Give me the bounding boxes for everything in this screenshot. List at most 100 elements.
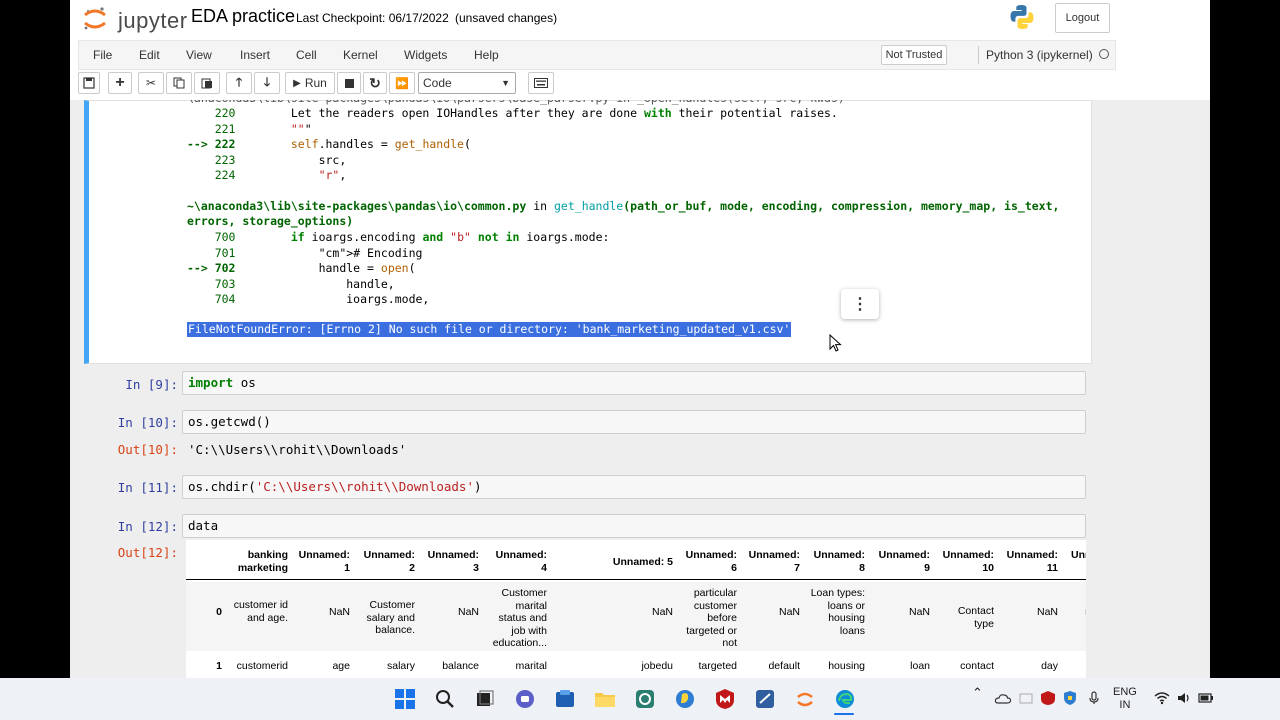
security-shield-icon[interactable] (1062, 690, 1078, 706)
traceback-func: get_handle (554, 199, 624, 213)
cell-options-button[interactable]: ⋮ (841, 289, 879, 319)
table-header-divider (186, 579, 1086, 580)
menu-edit[interactable]: Edit (139, 48, 160, 62)
traceback-arrow (187, 277, 215, 291)
traceback-args-line: errors, storage_options) (187, 214, 353, 230)
code-function: os.chdir( (188, 479, 256, 494)
table-cell: Customer salary and balance. (366, 599, 415, 636)
traceback-line: 223 src, (187, 152, 347, 169)
command-palette-button[interactable] (528, 72, 554, 94)
logout-button[interactable]: Logout (1055, 3, 1110, 33)
traceback-line: 220 Let the readers open IOHandles after… (187, 106, 838, 122)
table-cell: customer id and age. (233, 599, 288, 624)
edge-browser-icon[interactable] (834, 688, 856, 710)
task-view-icon[interactable] (474, 688, 496, 710)
remote-desktop-icon[interactable] (754, 688, 776, 710)
tray-chevron-up-icon[interactable]: ⌃ (972, 686, 983, 699)
teams-chat-icon[interactable] (514, 688, 536, 710)
restart-icon: ↻ (369, 74, 381, 91)
code-keyword: import (188, 375, 234, 390)
traceback-arrow (187, 153, 215, 167)
save-button[interactable] (78, 72, 100, 94)
traceback-line: 700 if ioargs.encoding and "b" not in io… (187, 230, 610, 246)
menu-kernel[interactable]: Kernel (343, 48, 378, 62)
jupyter-app-icon[interactable] (794, 688, 816, 710)
notebook-name[interactable]: EDA practice (191, 6, 295, 27)
mcafee-tray-icon[interactable] (1040, 690, 1056, 706)
cell-type-select[interactable]: Code ▼ (418, 72, 516, 94)
traceback-line-number: 703 (214, 276, 236, 291)
table-row-index: 0 (216, 606, 222, 618)
code-cell-input[interactable]: os.chdir('C:\\Users\\rohit\\Downloads') (182, 475, 1086, 499)
table-cell: particular customer before targeted or n… (686, 587, 737, 649)
not-trusted-button[interactable]: Not Trusted (881, 45, 947, 65)
windows-start-icon[interactable] (394, 688, 416, 710)
traceback-line-number: 221 (214, 121, 236, 136)
code-cell-input[interactable]: data (182, 514, 1086, 538)
traceback-line-number: 704 (214, 292, 236, 306)
interrupt-button[interactable] (337, 72, 361, 94)
unsaved-status: (unsaved changes) (455, 11, 558, 25)
code-cell-input[interactable]: import os (182, 371, 1086, 395)
region-code: IN (1119, 699, 1131, 711)
move-down-button[interactable]: 🡓 (254, 72, 280, 94)
traceback-arrow (187, 292, 215, 306)
table-cell: NaN (457, 606, 479, 618)
menu-file[interactable]: File (93, 48, 112, 62)
wifi-icon[interactable] (1154, 690, 1170, 706)
traceback-line-number: 700 (214, 230, 236, 244)
widgets-icon[interactable] (554, 688, 576, 710)
table-cell: loan (910, 660, 930, 672)
restart-run-all-button[interactable]: ⏩ (389, 72, 415, 94)
menu-view[interactable]: View (186, 48, 212, 62)
language-indicator[interactable]: ENG IN (1113, 686, 1137, 712)
table-cell: contact (960, 660, 994, 672)
traceback-line: 221 """ (187, 122, 312, 138)
traceback-line-number: 701 (214, 245, 236, 260)
kernel-name[interactable]: Python 3 (ipykernel) (986, 48, 1093, 62)
arrow-down-icon: 🡓 (263, 74, 271, 89)
file-explorer-icon[interactable] (594, 688, 616, 710)
error-message[interactable]: FileNotFoundError: [Errno 2] No such fil… (187, 322, 792, 337)
menu-insert[interactable]: Insert (240, 48, 270, 62)
cut-button[interactable]: ✂ (138, 72, 164, 94)
search-icon[interactable] (434, 688, 456, 710)
tray-app-icon[interactable] (1018, 690, 1034, 706)
restart-button[interactable]: ↻ (363, 72, 387, 94)
volume-icon[interactable] (1176, 690, 1192, 706)
run-button[interactable]: ▶ Run (285, 72, 335, 94)
traceback-code: ioargs.mode, (235, 292, 430, 306)
traceback-code: Let the readers open IOHandles after the… (235, 106, 838, 120)
jupyter-logo[interactable]: jupyter (82, 5, 192, 33)
fast-forward-icon: ⏩ (395, 77, 409, 90)
python-app-icon[interactable] (674, 688, 696, 710)
table-row-index: 1 (216, 660, 222, 672)
traceback-file-path: ~\anaconda3\lib\site-packages\pandas\io\… (187, 199, 527, 213)
insert-cell-button[interactable]: + (108, 72, 132, 94)
onedrive-cloud-icon[interactable] (994, 690, 1012, 708)
traceback-line-number: 220 (214, 106, 236, 120)
copy-button[interactable] (166, 72, 192, 94)
traceback-args-1: (path_or_buf, mode, encoding, compressio… (623, 199, 1060, 213)
traceback-line: --> 702 handle = open( (187, 261, 416, 277)
plus-icon: + (115, 74, 125, 91)
traceback-code: self.handles = get_handle( (290, 137, 471, 151)
move-up-button[interactable]: 🡑 (226, 72, 252, 94)
menu-widgets[interactable]: Widgets (404, 48, 447, 62)
table-cell: default (768, 660, 800, 672)
battery-icon[interactable] (1198, 690, 1214, 706)
code-close-paren: ) (473, 479, 482, 494)
mcafee-icon[interactable] (714, 688, 736, 710)
traceback-code: """ (290, 121, 312, 136)
paste-button[interactable] (194, 72, 220, 94)
microphone-icon[interactable] (1086, 690, 1102, 706)
traceback-line-number: 223 (214, 152, 236, 167)
language-code: ENG (1113, 686, 1137, 698)
code-cell-input[interactable]: os.getcwd() (182, 410, 1086, 434)
traceback-arrow (187, 230, 215, 244)
store-app-icon[interactable] (634, 688, 656, 710)
table-cell: jobedu (641, 660, 673, 672)
menu-cell[interactable]: Cell (296, 48, 317, 62)
menu-help[interactable]: Help (474, 48, 499, 62)
python-logo-icon (1010, 5, 1034, 29)
